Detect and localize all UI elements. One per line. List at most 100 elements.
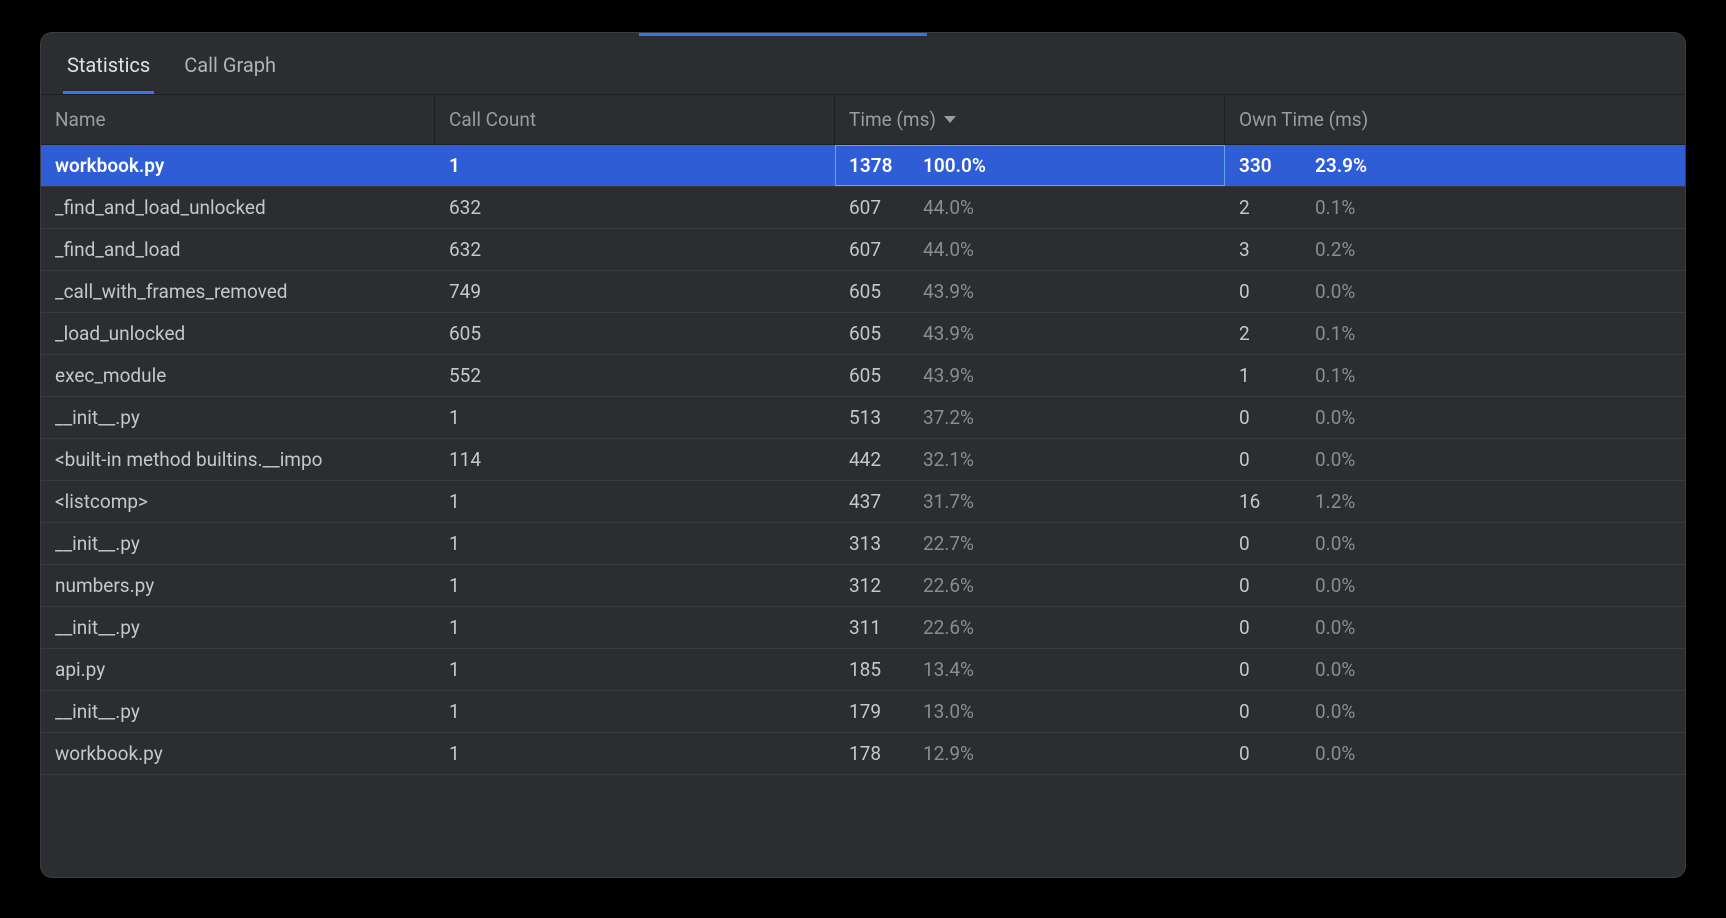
time-pct: 22.6%: [923, 574, 974, 597]
col-header-name[interactable]: Name: [41, 95, 435, 144]
own-value: 0: [1239, 532, 1283, 555]
tab-statistics[interactable]: Statistics: [63, 53, 154, 94]
cell-name: exec_module: [41, 355, 435, 396]
table-row[interactable]: numbers.py131222.6%00.0%: [41, 565, 1685, 607]
cell-own-time: 10.1%: [1225, 355, 1685, 396]
sort-desc-icon: [944, 116, 956, 123]
cell-name: _find_and_load_unlocked: [41, 187, 435, 228]
time-pct: 100.0%: [923, 154, 986, 177]
table-row[interactable]: __init__.py117913.0% 0 0.0%: [41, 691, 1685, 733]
table-row[interactable]: __init__.py131322.7%00.0%: [41, 523, 1685, 565]
own-pct: 23.9%: [1315, 154, 1367, 177]
own-value: 0: [1239, 574, 1283, 597]
col-header-time[interactable]: Time (ms): [835, 95, 1225, 144]
table-row[interactable]: _load_unlocked60560543.9%20.1%: [41, 313, 1685, 355]
table-row[interactable]: <built-in method builtins.__impo11444232…: [41, 439, 1685, 481]
time-value: 605: [849, 322, 903, 345]
table-row[interactable]: __init__.py151337.2%00.0%: [41, 397, 1685, 439]
own-pct: 0.0%: [1315, 406, 1355, 429]
time-pct: 13.0%: [923, 700, 974, 723]
time-pct: 44.0%: [923, 238, 974, 261]
own-pct: 0.1%: [1315, 364, 1355, 387]
time-pct: 43.9%: [923, 364, 974, 387]
cell-time: 44232.1%: [835, 439, 1225, 480]
cell-call-count: 1: [435, 649, 835, 690]
cell-name: __init__.py: [41, 397, 435, 438]
cell-time: 51337.2%: [835, 397, 1225, 438]
cell-time: 60543.9%: [835, 271, 1225, 312]
time-value: 605: [849, 364, 903, 387]
time-value: 607: [849, 238, 903, 261]
cell-own-time: 33023.9%: [1225, 145, 1685, 186]
table-row[interactable]: _find_and_load63260744.0%30.2%: [41, 229, 1685, 271]
tab-call-graph[interactable]: Call Graph: [180, 53, 280, 94]
time-value: 312: [849, 574, 903, 597]
time-value: 178: [849, 742, 903, 765]
cell-time: 1378 100.0%: [835, 145, 1225, 186]
own-pct: 0.2%: [1315, 238, 1355, 261]
cell-call-count: 1: [435, 607, 835, 648]
col-header-call-count[interactable]: Call Count: [435, 95, 835, 144]
time-value: 1378: [849, 154, 903, 177]
cell-call-count: 749: [435, 271, 835, 312]
cell-name: __init__.py: [41, 691, 435, 732]
cell-call-count: 1: [435, 145, 835, 186]
cell-own-time: 3 0.2%: [1225, 229, 1685, 270]
time-pct: 43.9%: [923, 280, 974, 303]
cell-name: __init__.py: [41, 607, 435, 648]
time-pct: 43.9%: [923, 322, 974, 345]
own-value: 2: [1239, 196, 1283, 219]
cell-own-time: 00.0%: [1225, 523, 1685, 564]
cell-name: _call_with_frames_removed: [41, 271, 435, 312]
table-row[interactable]: exec_module55260543.9%10.1%: [41, 355, 1685, 397]
time-value: 607: [849, 196, 903, 219]
own-value: 0: [1239, 742, 1283, 765]
time-pct: 44.0%: [923, 196, 974, 219]
table-row[interactable]: workbook.py117812.9%00.0%: [41, 733, 1685, 775]
table-row[interactable]: workbook.py11378100.0%33023.9%: [41, 145, 1685, 187]
own-pct: 0.1%: [1315, 322, 1355, 345]
own-value: 0: [1239, 700, 1283, 723]
cell-time: 605 43.9%: [835, 355, 1225, 396]
col-header-time-label: Time (ms): [849, 108, 936, 131]
time-pct: 13.4%: [923, 658, 974, 681]
table-row[interactable]: api.py118513.4%00.0%: [41, 649, 1685, 691]
cell-own-time: 00.0%: [1225, 649, 1685, 690]
table-row[interactable]: _find_and_load_unlocked63260744.0%20.1%: [41, 187, 1685, 229]
own-value: 0: [1239, 406, 1283, 429]
cell-name: workbook.py: [41, 733, 435, 774]
own-pct: 0.0%: [1315, 742, 1355, 765]
time-value: 311: [849, 616, 903, 639]
cell-call-count: 1: [435, 481, 835, 522]
cell-own-time: 00.0%: [1225, 439, 1685, 480]
cell-call-count: 1: [435, 523, 835, 564]
cell-call-count: 1: [435, 691, 835, 732]
cell-name: _find_and_load: [41, 229, 435, 270]
time-value: 437: [849, 490, 903, 513]
stats-table: Name Call Count Time (ms) Own Time (ms) …: [41, 95, 1685, 775]
cell-time: 437 31.7%: [835, 481, 1225, 522]
table-row[interactable]: __init__.py131122.6%00.0%: [41, 607, 1685, 649]
col-header-own-time[interactable]: Own Time (ms): [1225, 95, 1685, 144]
table-row[interactable]: _call_with_frames_removed74960543.9% 0 0.0…: [41, 271, 1685, 313]
own-pct: 0.0%: [1315, 280, 1355, 303]
own-pct: 0.0%: [1315, 700, 1355, 723]
table-body: workbook.py11378100.0%33023.9%_find_and_…: [41, 145, 1685, 775]
top-active-indicator: [639, 33, 927, 36]
cell-time: 31322.7%: [835, 523, 1225, 564]
own-value: 2: [1239, 322, 1283, 345]
own-value: 0: [1239, 616, 1283, 639]
own-value: 3: [1239, 238, 1283, 261]
cell-own-time: 2 0.1%: [1225, 313, 1685, 354]
cell-own-time: 0 0.0%: [1225, 733, 1685, 774]
time-pct: 31.7%: [923, 490, 974, 513]
cell-name: api.py: [41, 649, 435, 690]
cell-own-time: 0 0.0%: [1225, 271, 1685, 312]
own-pct: 0.0%: [1315, 448, 1355, 471]
cell-call-count: 114: [435, 439, 835, 480]
cell-name: <built-in method builtins.__impo: [41, 439, 435, 480]
cell-time: 17913.0%: [835, 691, 1225, 732]
own-value: 0: [1239, 280, 1283, 303]
profiler-panel: Statistics Call Graph Name Call Count Ti…: [40, 32, 1686, 878]
table-row[interactable]: <listcomp>143731.7%161.2%: [41, 481, 1685, 523]
